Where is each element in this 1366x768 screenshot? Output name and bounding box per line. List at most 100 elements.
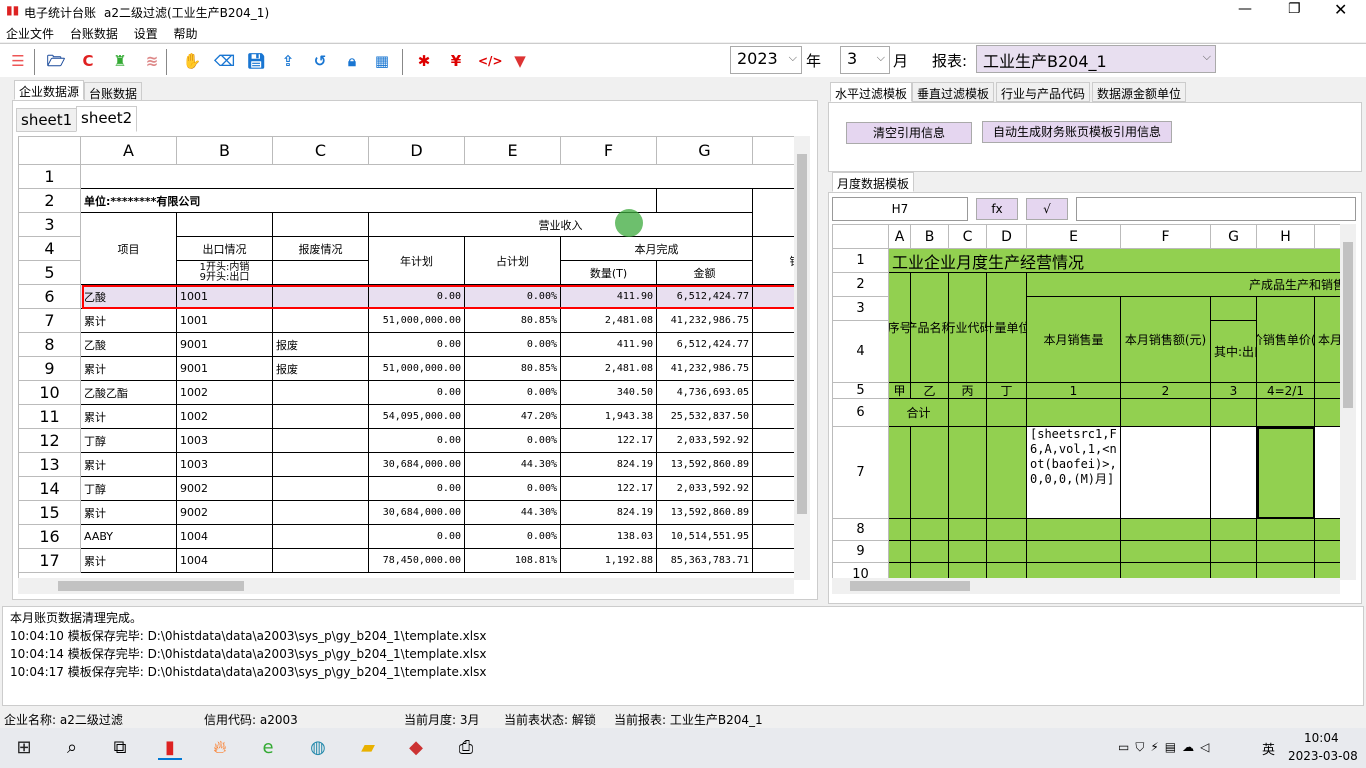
browser-icon[interactable]: e	[256, 736, 280, 760]
table-cell[interactable]: 2,033,592.92	[657, 429, 753, 453]
column-header[interactable]: D	[369, 137, 465, 165]
template-cell[interactable]	[949, 519, 987, 541]
column-code[interactable]: 4=2/1	[1257, 383, 1315, 399]
column-code[interactable]: 乙	[911, 383, 949, 399]
puzzle-icon[interactable]: ✱	[414, 51, 434, 71]
template-title[interactable]: 工业企业月度生产经营情况	[889, 249, 1340, 273]
table-cell[interactable]: 2,481.08	[561, 357, 657, 381]
table-cell[interactable]: 9,6	[753, 501, 794, 525]
template-cell[interactable]	[1315, 427, 1340, 519]
windows-start-icon[interactable]: ⊞	[12, 736, 36, 760]
menu-help[interactable]: 帮助	[168, 22, 204, 45]
template-cell[interactable]	[949, 427, 987, 519]
menu-settings[interactable]: 设置	[128, 22, 164, 45]
close-button[interactable]: ✕	[1334, 0, 1347, 19]
table-cell[interactable]: 85,363,783.71	[657, 549, 753, 573]
table-cell[interactable]: 1002	[177, 405, 273, 429]
app-icon[interactable]: ⎙	[454, 736, 478, 760]
row-header[interactable]: 3	[19, 213, 81, 237]
template-cell[interactable]	[1315, 519, 1340, 541]
header-avg-price[interactable]: 平价销售单价(元)	[1257, 297, 1315, 383]
row-header[interactable]: 4	[19, 237, 81, 261]
template-cell[interactable]	[911, 541, 949, 563]
table-cell[interactable]: 23,6	[753, 405, 794, 429]
column-header[interactable]: B	[177, 137, 273, 165]
column-code[interactable]: 3	[1211, 383, 1257, 399]
table-cell[interactable]: 0.00	[369, 429, 465, 453]
template-cell[interactable]	[889, 519, 911, 541]
table-cell[interactable]: 1003	[177, 453, 273, 477]
row-header[interactable]: 4	[833, 321, 889, 383]
table-cell[interactable]: 25,532,837.50	[657, 405, 753, 429]
header-month-amount[interactable]: 本月销售额(元)	[1121, 297, 1211, 383]
template-cell[interactable]	[1211, 427, 1257, 519]
scroll-thumb[interactable]	[58, 581, 244, 591]
column-code[interactable]: 丁	[987, 383, 1027, 399]
table-cell[interactable]: 累计	[81, 501, 177, 525]
row-header[interactable]: 9	[19, 357, 81, 381]
tab-industry-product-code[interactable]: 行业与产品代码	[996, 82, 1091, 102]
table-cell[interactable]: 122.17	[561, 477, 657, 501]
column-code[interactable]: 丙	[949, 383, 987, 399]
cell[interactable]	[273, 213, 369, 237]
upload-icon[interactable]: ⇪	[278, 51, 298, 71]
table-cell[interactable]: 4,736,693.05	[657, 381, 753, 405]
header-industry-code[interactable]: 行业代码	[949, 273, 987, 383]
table-cell[interactable]: 2,033,592.92	[657, 477, 753, 501]
column-header[interactable]: A	[889, 225, 911, 249]
table-cell[interactable]	[273, 405, 369, 429]
table-cell[interactable]: 30,684,000.00	[369, 453, 465, 477]
template-cell[interactable]	[911, 519, 949, 541]
row-header[interactable]: 7	[833, 427, 889, 519]
table-cell[interactable]	[273, 381, 369, 405]
eraser-icon[interactable]: ⌫	[214, 51, 235, 71]
template-cell[interactable]	[1257, 399, 1315, 427]
row-header[interactable]: 2	[19, 189, 81, 213]
row-header[interactable]: 15	[19, 501, 81, 525]
table-cell[interactable]: 138.03	[561, 525, 657, 549]
table-cell[interactable]: 340.50	[561, 381, 657, 405]
column-header[interactable]: C	[273, 137, 369, 165]
header-month-qty[interactable]: 本月销售量	[1027, 297, 1121, 383]
header-annual-plan[interactable]: 年计划	[369, 237, 465, 285]
header-revenue[interactable]: 营业收入	[369, 213, 753, 237]
ledger-app-icon[interactable]: ▮	[158, 736, 182, 760]
column-header[interactable]: F	[561, 137, 657, 165]
table-cell[interactable]: 1,6	[753, 429, 794, 453]
table-cell[interactable]: 9001	[177, 357, 273, 381]
table-cell[interactable]: 1004	[177, 525, 273, 549]
row-header[interactable]: 16	[19, 525, 81, 549]
table-cell[interactable]: 40,8	[753, 357, 794, 381]
filter-icon[interactable]: ▼	[510, 51, 530, 71]
template-cell[interactable]	[987, 399, 1027, 427]
table-cell[interactable]: 824.19	[561, 501, 657, 525]
search-icon[interactable]: ⌕	[60, 736, 84, 760]
row-header[interactable]: 13	[19, 453, 81, 477]
header-month-complete[interactable]: 本月完成	[561, 237, 753, 261]
sheet-tab-sheet1[interactable]: sheet1	[16, 108, 78, 132]
table-cell[interactable]: 累计	[81, 549, 177, 573]
row-header[interactable]: 1	[19, 165, 81, 189]
header-month-next[interactable]: 本月	[1315, 297, 1340, 383]
app-icon[interactable]: ◆	[404, 736, 428, 760]
template-cell[interactable]	[1027, 399, 1121, 427]
year-select[interactable]: 2023 ⌵	[730, 46, 802, 74]
table-cell[interactable]: 80.85%	[465, 357, 561, 381]
table-cell[interactable]: 4,6	[753, 381, 794, 405]
table-cell[interactable]: 0.00%	[465, 477, 561, 501]
table-cell[interactable]: 丁醇	[81, 429, 177, 453]
menu-ledger-data[interactable]: 台账数据	[64, 22, 124, 45]
row-header[interactable]: 14	[19, 477, 81, 501]
layers-icon[interactable]: ≋	[142, 51, 162, 71]
hand-icon[interactable]: ✋	[182, 51, 202, 71]
table-cell[interactable]: 1003	[177, 429, 273, 453]
template-cell[interactable]	[1121, 519, 1211, 541]
template-cell[interactable]	[949, 541, 987, 563]
ime-indicator[interactable]: 英	[1262, 739, 1275, 758]
row-header[interactable]: 5	[833, 383, 889, 399]
row-header[interactable]: 9	[833, 541, 889, 563]
template-cell[interactable]	[1027, 519, 1121, 541]
template-cell[interactable]	[889, 541, 911, 563]
template-cell[interactable]	[1315, 383, 1340, 399]
table-cell[interactable]: 40,8	[753, 309, 794, 333]
